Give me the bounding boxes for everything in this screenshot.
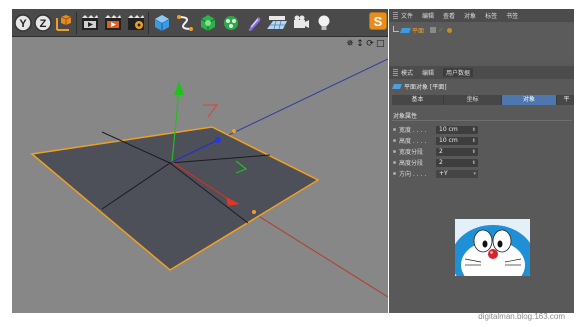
tab-basic[interactable]: 基本 bbox=[392, 95, 444, 105]
y-axis-lock-icon[interactable]: Y bbox=[12, 11, 34, 35]
menu-edit[interactable]: 编辑 bbox=[422, 11, 434, 20]
property-label: 高度 . . . . bbox=[399, 138, 426, 145]
property-height: 高度 . . . . 10 cm ⬍ bbox=[393, 136, 478, 145]
layer-icon[interactable] bbox=[430, 27, 437, 33]
plane-object bbox=[30, 126, 320, 271]
spinner-icon[interactable]: ⬍ bbox=[472, 148, 476, 156]
menu-tags[interactable]: 标签 bbox=[485, 11, 497, 20]
menu-edit[interactable]: 编辑 bbox=[422, 68, 434, 77]
rotate-handle-red bbox=[203, 104, 218, 118]
render-settings-icon[interactable] bbox=[125, 11, 147, 35]
visibility-check-icon[interactable]: ✓ bbox=[438, 26, 444, 34]
y-axis-arrow bbox=[174, 81, 184, 95]
attribute-manager-menubar: 模式 编辑 用户数据 bbox=[389, 66, 574, 79]
object-row-plane[interactable]: 平面 ✓ bbox=[393, 25, 452, 35]
section-title: 对象属性 bbox=[393, 113, 418, 120]
z-axis-lock-icon[interactable]: Z bbox=[32, 11, 54, 35]
z-axis-knob bbox=[215, 137, 221, 143]
menu-mode[interactable]: 模式 bbox=[401, 68, 413, 77]
plane-object-icon bbox=[400, 27, 411, 33]
svg-text:Y: Y bbox=[19, 18, 27, 30]
cinema4d-window: Y Z ✵ ↕ ⟳ □ S 文件 编辑 查看 对象 标签 书签 平面 ✓ 模式 … bbox=[0, 0, 581, 327]
main-toolbar: Y Z bbox=[12, 9, 388, 37]
spinner-icon[interactable]: ⬍ bbox=[472, 126, 476, 134]
object-manager-menubar: 文件 编辑 查看 对象 标签 书签 bbox=[389, 9, 574, 22]
menu-user-data[interactable]: 用户数据 bbox=[443, 68, 474, 77]
object-list[interactable]: 平面 ✓ bbox=[389, 22, 574, 63]
viewport-nav-controls: ✵ ↕ ⟳ □ bbox=[346, 38, 384, 50]
vertex-point bbox=[252, 210, 256, 214]
menu-objects[interactable]: 对象 bbox=[464, 11, 476, 20]
object-name[interactable]: 平面 bbox=[412, 26, 424, 35]
maximize-view-icon[interactable]: □ bbox=[376, 39, 385, 49]
section-divider bbox=[392, 120, 572, 121]
animate-dot-icon[interactable] bbox=[393, 139, 396, 142]
svg-text:Z: Z bbox=[40, 18, 47, 30]
tab-object[interactable]: 对象 bbox=[502, 95, 557, 105]
move-view-icon[interactable]: ✵ bbox=[346, 39, 354, 49]
property-label: 宽度分段 bbox=[399, 149, 424, 156]
property-width: 宽度 . . . . 10 cm ⬍ bbox=[393, 125, 478, 134]
menu-bookmarks[interactable]: 书签 bbox=[506, 11, 518, 20]
plane-object-icon bbox=[392, 83, 402, 89]
grip-icon[interactable] bbox=[393, 12, 398, 19]
floor-icon[interactable] bbox=[266, 11, 288, 35]
attribute-tabs: 基本 坐标 对象 平 bbox=[392, 95, 574, 105]
deformer-icon[interactable] bbox=[243, 11, 265, 35]
property-label: 宽度 . . . . bbox=[399, 127, 426, 134]
viewport-scene bbox=[30, 58, 388, 298]
zoom-view-icon[interactable]: ↕ bbox=[356, 39, 364, 49]
attribute-title: 平面对象 [平面] bbox=[392, 81, 447, 91]
spinner-icon[interactable]: ⬍ bbox=[472, 159, 476, 167]
cube-primitive-icon[interactable] bbox=[151, 11, 173, 35]
animate-dot-icon[interactable] bbox=[393, 172, 396, 175]
tree-branch-icon bbox=[393, 25, 399, 32]
cartoon-cat-thumbnail bbox=[455, 219, 530, 276]
menu-view[interactable]: 查看 bbox=[443, 11, 455, 20]
modeling-icon[interactable] bbox=[220, 11, 242, 35]
menu-file[interactable]: 文件 bbox=[401, 11, 413, 20]
coordinate-system-icon[interactable] bbox=[53, 11, 75, 35]
watermark-text: digitalman.blog.163.com bbox=[478, 312, 565, 321]
property-label: 高度分段 bbox=[399, 160, 424, 167]
render-view-icon[interactable] bbox=[79, 11, 101, 35]
spline-icon[interactable] bbox=[174, 11, 196, 35]
rotate-view-icon[interactable]: ⟳ bbox=[366, 39, 374, 49]
property-height-segments: 高度分段 2 ⬍ bbox=[393, 158, 478, 167]
light-icon[interactable] bbox=[313, 11, 335, 35]
tag-icon[interactable] bbox=[446, 27, 452, 33]
nurbs-icon[interactable] bbox=[197, 11, 219, 35]
vertex-point bbox=[232, 129, 236, 133]
cinema4d-logo-icon: S bbox=[369, 12, 387, 30]
3d-viewport[interactable]: ✵ ↕ ⟳ □ bbox=[12, 37, 388, 313]
grip-icon[interactable] bbox=[393, 69, 398, 76]
height-field[interactable]: 10 cm ⬍ bbox=[436, 136, 478, 145]
orientation-select[interactable]: +Y ▾ bbox=[436, 169, 478, 178]
animate-dot-icon[interactable] bbox=[393, 150, 396, 153]
tab-plane[interactable]: 平 bbox=[557, 95, 574, 105]
animate-dot-icon[interactable] bbox=[393, 128, 396, 131]
render-active-icon[interactable] bbox=[102, 11, 124, 35]
width-segments-field[interactable]: 2 ⬍ bbox=[436, 147, 478, 156]
attribute-title-text: 平面对象 [平面] bbox=[404, 83, 447, 91]
attribute-panel: 平面对象 [平面] 基本 坐标 对象 平 对象属性 宽度 . . . . 10 … bbox=[389, 79, 574, 313]
tab-coordinates[interactable]: 坐标 bbox=[444, 95, 502, 105]
height-segments-field[interactable]: 2 ⬍ bbox=[436, 158, 478, 167]
animate-dot-icon[interactable] bbox=[393, 161, 396, 164]
property-orientation: 方向 . . . . +Y ▾ bbox=[393, 169, 478, 178]
chevron-down-icon[interactable]: ▾ bbox=[473, 170, 476, 178]
spinner-icon[interactable]: ⬍ bbox=[472, 137, 476, 145]
width-field[interactable]: 10 cm ⬍ bbox=[436, 125, 478, 134]
property-label: 方向 . . . . bbox=[399, 171, 426, 178]
camera-icon[interactable] bbox=[290, 11, 312, 35]
property-width-segments: 宽度分段 2 ⬍ bbox=[393, 147, 478, 156]
